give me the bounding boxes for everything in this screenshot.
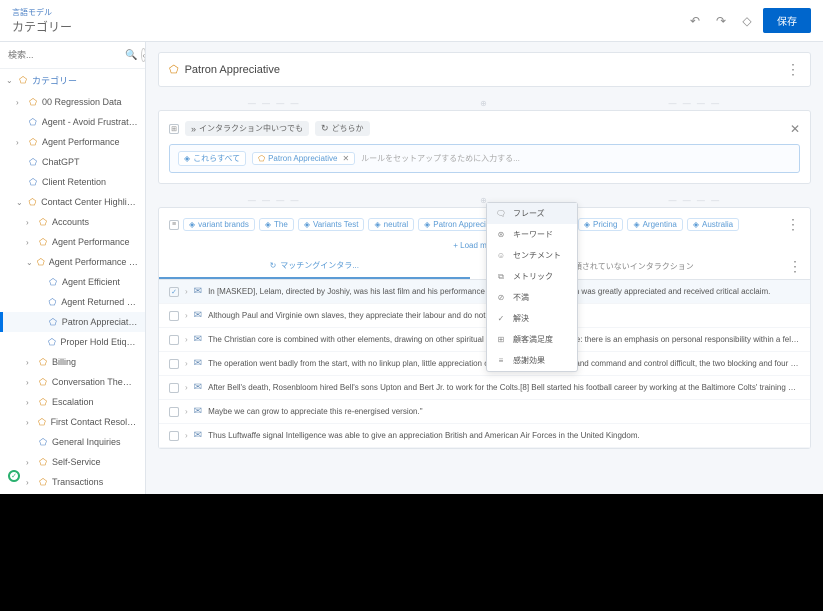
dropdown-item[interactable]: ☺センチメント	[487, 245, 577, 266]
drop-zone-2: — — — —⊕— — — —	[158, 194, 811, 207]
search-icon[interactable]: 🔍	[125, 50, 137, 61]
row-checkbox[interactable]	[169, 407, 179, 417]
drop-zone: — — — —⊕— — — —	[158, 97, 811, 110]
rule-placeholder: ルールをセットアップするために入力する...	[361, 153, 791, 164]
envelope-icon: ✉	[194, 358, 202, 369]
tree-item[interactable]: ⬠Agent - Avoid Frustration	[0, 112, 145, 132]
filter-tag[interactable]: ◈Variants Test	[298, 218, 365, 231]
filter-menu-icon[interactable]: ⋮	[786, 216, 800, 233]
tree-item[interactable]: ›⬠First Contact Resolution	[0, 412, 145, 432]
category-tree: ⌄⬠カテゴリー›⬠00 Regression Data⬠Agent - Avoi…	[0, 69, 145, 494]
interaction-row[interactable]: ›✉Maybe we can grow to appreciate this r…	[159, 400, 810, 424]
row-checkbox[interactable]	[169, 311, 179, 321]
interaction-list: ✓›✉In [MASKED], Lelam, directed by Joshi…	[159, 280, 810, 448]
dropdown-item[interactable]: ⊞顧客満足度	[487, 329, 577, 350]
filter-tag[interactable]: ◈Pricing	[578, 218, 624, 231]
toggle-filter-icon[interactable]: ≡	[169, 220, 179, 230]
filter-tag[interactable]: ◈neutral	[368, 218, 414, 231]
page-title: カテゴリー	[12, 18, 72, 35]
interaction-row[interactable]: ›✉Although Paul and Virginie own slaves,…	[159, 304, 810, 328]
envelope-icon: ✉	[194, 430, 202, 441]
tree-item[interactable]: ⬠Agent Efficient	[0, 272, 145, 292]
envelope-icon: ✉	[194, 334, 202, 345]
dropdown-item[interactable]: ≡感謝効果	[487, 350, 577, 371]
undo-icon[interactable]: ↶	[685, 11, 705, 31]
rule-type-dropdown[interactable]: 🗨フレーズ⊛キーワード☺センチメント⧉メトリック⊘不満✓解決⊞顧客満足度≡感謝効…	[486, 202, 578, 372]
status-indicator-icon[interactable]: ✓	[8, 470, 20, 482]
dropdown-item[interactable]: ✓解決	[487, 308, 577, 329]
tab-menu-icon[interactable]: ⋮	[780, 254, 810, 279]
envelope-icon: ✉	[194, 406, 202, 417]
filter-tag[interactable]: ◈The	[259, 218, 294, 231]
tree-item[interactable]: ›⬠Billing	[0, 352, 145, 372]
breadcrumb[interactable]: 言語モデル	[12, 7, 72, 18]
tree-item[interactable]: ›⬠Contact Purpose	[0, 492, 145, 494]
rule-input[interactable]: ◈これらすべて ⬠Patron Appreciative✕ ルールをセットアップ…	[169, 144, 800, 173]
envelope-icon: ✉	[194, 286, 202, 297]
tree-item[interactable]: ›⬠Self-Service	[0, 452, 145, 472]
top-bar: 言語モデル カテゴリー ↶ ↷ ◇ 保存	[0, 0, 823, 42]
tree-item[interactable]: ⬠Patron Appreciative	[0, 312, 145, 332]
sidebar: 🔍 ‹ ⌄⬠カテゴリー›⬠00 Regression Data⬠Agent - …	[0, 42, 146, 494]
remove-tag-icon[interactable]: ✕	[342, 154, 349, 163]
tree-item[interactable]: ›⬠Escalation	[0, 392, 145, 412]
interaction-row[interactable]: ›✉After Bell's death, Rosenbloom hired B…	[159, 376, 810, 400]
interaction-row[interactable]: ›✉The Christian core is combined with ot…	[159, 328, 810, 352]
tree-item[interactable]: ⌄⬠Contact Center Highlights	[0, 192, 145, 212]
row-checkbox[interactable]	[169, 431, 179, 441]
tree-item[interactable]: ⌄⬠カテゴリー	[0, 69, 145, 92]
envelope-icon: ✉	[194, 310, 202, 321]
tree-item[interactable]: ›⬠Agent Performance	[0, 132, 145, 152]
tree-item[interactable]: ›⬠00 Regression Data	[0, 92, 145, 112]
menu-dots-icon[interactable]: ⋮	[786, 61, 800, 78]
category-tag[interactable]: ⬠Patron Appreciative✕	[252, 152, 355, 165]
tree-item[interactable]: ›⬠Agent Performance	[0, 232, 145, 252]
tree-item[interactable]: ⬠Client Retention	[0, 172, 145, 192]
dropdown-item[interactable]: ⧉メトリック	[487, 266, 577, 287]
dropdown-item[interactable]: 🗨フレーズ	[487, 203, 577, 224]
tree-item[interactable]: ⌄⬠Agent Performance Positive	[0, 252, 145, 272]
category-title: Patron Appreciative	[185, 64, 280, 76]
tree-item[interactable]: ›⬠Transactions	[0, 472, 145, 492]
dropdown-item[interactable]: ⊘不満	[487, 287, 577, 308]
timing-chip[interactable]: »インタラクション中いつでも	[185, 121, 309, 136]
tree-item[interactable]: ⬠General Inquiries	[0, 432, 145, 452]
tree-item[interactable]: ›⬠Accounts	[0, 212, 145, 232]
filter-tags-row: ≡ ◈variant brands ◈The ◈Variants Test◈neut…	[159, 208, 810, 237]
search-input[interactable]	[8, 50, 125, 60]
from-all-tag[interactable]: ◈これらすべて	[178, 151, 246, 166]
expand-icon[interactable]: ⊞	[169, 124, 179, 134]
tree-item[interactable]: ⬠Agent Returned Call	[0, 292, 145, 312]
load-more-tags[interactable]: + Load more tags	[159, 237, 810, 254]
rules-card: ⊞ »インタラクション中いつでも ↻どちらか ✕ ◈これらすべて ⬠Patron…	[158, 110, 811, 184]
filter-tag[interactable]: ◈Australia	[687, 218, 739, 231]
filter-tag[interactable]: ◈variant brands	[183, 218, 255, 231]
category-header-card: ⬠ Patron Appreciative ⋮	[158, 52, 811, 87]
tree-item[interactable]: ⬠Proper Hold Etiquette	[0, 332, 145, 352]
interaction-row[interactable]: ›✉Thus Luftwaffe signal Intelligence was…	[159, 424, 810, 448]
anyof-chip[interactable]: ↻どちらか	[315, 121, 370, 136]
tree-item[interactable]: ›⬠Conversation Themes	[0, 372, 145, 392]
tab-matching[interactable]: ↻マッチングインタラ...	[159, 254, 470, 279]
redo-icon[interactable]: ↷	[711, 11, 731, 31]
interaction-row[interactable]: ✓›✉In [MASKED], Lelam, directed by Joshi…	[159, 280, 810, 304]
row-checkbox[interactable]	[169, 383, 179, 393]
save-button[interactable]: 保存	[763, 8, 811, 33]
dropdown-item[interactable]: ⊛キーワード	[487, 224, 577, 245]
row-checkbox[interactable]	[169, 335, 179, 345]
main-panel: ⬠ Patron Appreciative ⋮ — — — —⊕— — — — …	[146, 42, 823, 494]
interactions-card: ≡ ◈variant brands ◈The ◈Variants Test◈neut…	[158, 207, 811, 449]
envelope-icon: ✉	[194, 382, 202, 393]
category-icon: ⬠	[169, 63, 179, 76]
filter-tag[interactable]: ◈Argentina	[627, 218, 682, 231]
tree-item[interactable]: ⬠ChatGPT	[0, 152, 145, 172]
row-checkbox[interactable]: ✓	[169, 287, 179, 297]
interaction-row[interactable]: ›✉The operation went badly from the star…	[159, 352, 810, 376]
row-checkbox[interactable]	[169, 359, 179, 369]
close-icon[interactable]: ✕	[790, 122, 800, 136]
diamond-icon[interactable]: ◇	[737, 11, 757, 31]
